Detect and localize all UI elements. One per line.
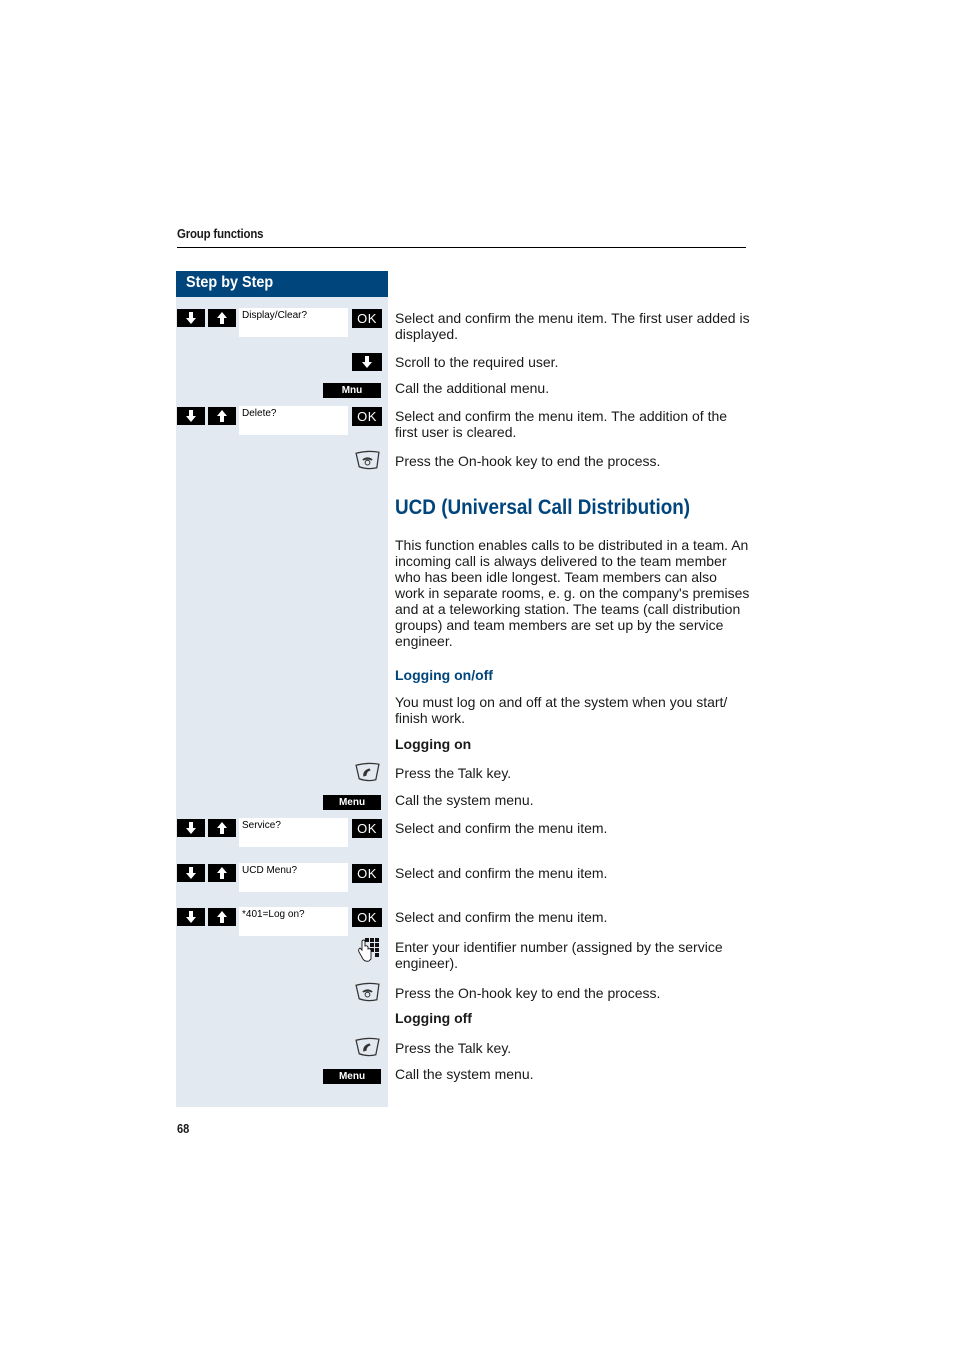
section-title: Group functions xyxy=(177,226,264,241)
page-number: 68 xyxy=(177,1121,190,1136)
arrow-up-key xyxy=(208,309,236,327)
arrow-up-icon xyxy=(215,409,229,423)
arrow-down-key xyxy=(177,908,205,926)
display-prompt: Service? xyxy=(239,818,348,847)
arrow-down-icon xyxy=(184,821,198,835)
arrow-up-icon xyxy=(215,866,229,880)
step-description: Select and confirm the menu item. The ad… xyxy=(395,408,728,440)
arrow-down-key xyxy=(177,407,205,425)
arrow-up-icon xyxy=(215,910,229,924)
ok-key: OK xyxy=(352,864,382,883)
keypad-icon xyxy=(357,937,381,963)
step-by-step-title: Step by Step xyxy=(186,274,274,291)
step-description: Press the Talk key. xyxy=(395,1040,512,1056)
step-description: Select and confirm the menu item. The fi… xyxy=(395,310,750,342)
arrow-down-icon xyxy=(184,910,198,924)
on-hook-key-icon xyxy=(354,982,381,1003)
arrow-down-key xyxy=(177,309,205,327)
logging-off-heading: Logging off xyxy=(395,1010,472,1026)
arrow-up-key xyxy=(208,908,236,926)
arrow-down-icon xyxy=(360,355,374,369)
display-text: Display/Clear? xyxy=(242,310,308,321)
display-prompt: Delete? xyxy=(239,406,348,435)
talk-key-icon xyxy=(354,1037,381,1058)
step-by-step-header: Step by Step xyxy=(176,271,388,297)
logging-on-heading: Logging on xyxy=(395,736,472,752)
ok-key: OK xyxy=(352,407,382,426)
display-text: Service? xyxy=(242,820,281,831)
talk-key-icon xyxy=(354,762,381,783)
subsection-intro: You must log on and off at the system wh… xyxy=(395,694,728,726)
arrow-up-key xyxy=(208,864,236,882)
display-text: UCD Menu? xyxy=(242,865,298,876)
ok-key: OK xyxy=(352,908,382,927)
section-heading: UCD (Universal Call Distribution) xyxy=(395,496,691,519)
intro-paragraph: This function enables calls to be distri… xyxy=(395,537,750,649)
menu-softkey: Menu xyxy=(323,795,381,810)
on-hook-key-icon xyxy=(354,450,381,471)
arrow-down-icon xyxy=(184,409,198,423)
step-description: Call the system menu. xyxy=(395,792,534,808)
ok-key: OK xyxy=(352,819,382,838)
arrow-down-key xyxy=(177,819,205,837)
step-description: Select and confirm the menu item. xyxy=(395,909,608,925)
display-text: Delete? xyxy=(242,408,277,419)
step-description: Call the additional menu. xyxy=(395,380,550,396)
display-prompt: UCD Menu? xyxy=(239,863,348,892)
display-text: *401=Log on? xyxy=(242,909,305,920)
step-description: Scroll to the required user. xyxy=(395,354,559,370)
arrow-down-key xyxy=(352,353,382,371)
display-prompt: *401=Log on? xyxy=(239,907,348,936)
arrow-up-key xyxy=(208,407,236,425)
step-description: Select and confirm the menu item. xyxy=(395,820,608,836)
mnu-softkey: Mnu xyxy=(323,383,381,398)
header-divider xyxy=(177,247,746,248)
step-description: Press the On-hook key to end the process… xyxy=(395,453,661,469)
arrow-up-key xyxy=(208,819,236,837)
subsection-heading: Logging on/off xyxy=(395,667,493,683)
menu-softkey: Menu xyxy=(323,1069,381,1084)
step-description: Call the system menu. xyxy=(395,1066,534,1082)
arrow-up-icon xyxy=(215,311,229,325)
ok-key: OK xyxy=(352,309,382,328)
step-description: Enter your identifier number (assigned b… xyxy=(395,939,723,971)
arrow-up-icon xyxy=(215,821,229,835)
step-description: Select and confirm the menu item. xyxy=(395,865,608,881)
arrow-down-icon xyxy=(184,866,198,880)
arrow-down-icon xyxy=(184,311,198,325)
step-description: Press the Talk key. xyxy=(395,765,512,781)
arrow-down-key xyxy=(177,864,205,882)
step-description: Press the On-hook key to end the process… xyxy=(395,985,661,1001)
display-prompt: Display/Clear? xyxy=(239,308,348,337)
